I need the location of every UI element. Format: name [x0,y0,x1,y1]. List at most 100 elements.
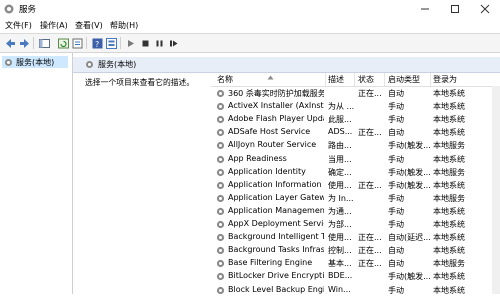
toolbar-separator [120,37,121,49]
cell-name: AllJoyn Router Service [228,140,317,150]
toolbar: ? [0,34,500,53]
menu-help[interactable]: 帮助(H) [110,20,138,31]
column-header-status[interactable]: 状态 [358,74,374,85]
services-pane: 服务(本地) 选择一个项目来查看它的描述。 名称 描述 状态 启动类型 登录为 … [73,53,500,297]
cell-name: Block Level Backup Engi... [228,284,324,294]
service-gear-icon [216,89,225,98]
cell-logon: 本地系统 [433,246,465,256]
cell-startup: 手动 [388,220,404,229]
service-gear-icon [216,181,225,189]
service-gear-icon [216,233,225,242]
table-row[interactable]: 360 杀毒实时防护加载服务 正在... 自动 本地系统 [211,87,500,100]
tree-item-local-services[interactable]: 服务(本地) [2,56,68,68]
pause-service-button[interactable] [153,37,165,49]
cell-desc: Win... [328,284,351,294]
table-row[interactable]: Application Management 为通... 手动 本地系统 [211,205,500,218]
menu-view[interactable]: 查看(V) [75,20,103,31]
cell-name: Base Filtering Engine [228,258,313,268]
properties-button[interactable] [105,37,117,49]
service-gear-icon [216,286,225,294]
column-header-name[interactable]: 名称 [217,74,233,85]
table-row[interactable]: Adobe Flash Player Upda... 此服... 手动 本地系统 [211,113,500,126]
export-button[interactable] [71,37,83,49]
vertical-scrollbar[interactable] [492,86,500,294]
sort-ascending-icon [267,75,274,80]
export-icon [72,38,82,48]
cell-logon: 本地系统 [433,115,465,125]
restart-service-button[interactable] [167,37,179,49]
cell-desc: 当用... [328,154,352,164]
maximize-button[interactable] [440,0,470,18]
cell-desc: 基本... [328,259,352,269]
cell-startup: 手动 [388,193,404,203]
start-service-button[interactable] [124,37,136,49]
table-row[interactable]: Application Information 使用... 正在... 手动(触发..… [211,179,500,192]
help-icon: ? [92,38,102,49]
menu-bar: 文件(F) 操作(A) 查看(V) 帮助(H) [0,18,500,34]
service-gear-icon [216,168,225,176]
table-row[interactable]: Background Intelligent T... 使用... 正在... 自动(… [211,231,500,244]
service-gear-icon [216,207,225,215]
services-gear-icon [5,58,12,66]
table-row[interactable]: ADSafe Host Service ADS... 正在... 自动 本地系统 [211,126,500,139]
cell-logon: 本地系统 [433,220,465,229]
table-row[interactable]: AppX Deployment Servic... 为部... 手动 本地系统 [211,218,500,231]
console-tree: 服务(本地) [0,53,73,294]
services-app-icon [4,4,14,14]
table-row[interactable]: Block Level Backup Engi... Win... 手动 本地系统 [211,284,500,297]
cell-desc: 此服... [328,115,352,125]
console-tree-button[interactable] [38,37,50,49]
table-row[interactable]: Application Identity 确定... 手动(触发... 本地服务 [211,166,500,179]
cell-startup: 手动 [388,206,404,216]
column-separator [325,73,326,86]
table-row[interactable]: BitLocker Drive Encryptio... BDE... 手动(触发.… [211,270,500,283]
pane-header-title: 服务(本地) [98,60,137,69]
toolbar-separator [86,37,87,49]
cell-startup: 手动 [388,154,404,164]
forward-button[interactable] [18,37,30,49]
window-title: 服务 [19,5,37,15]
cell-desc: 控制... [328,246,352,256]
column-header-logon-as[interactable]: 登录为 [433,74,457,85]
cell-status: 正在... [358,180,382,190]
cell-status: 正在... [358,233,382,243]
toolbar-separator [33,37,34,49]
table-row[interactable]: AllJoyn Router Service 路由... 手动(触发... 本地服务 [211,139,500,152]
cell-status: 正在... [358,89,382,98]
cell-name: App Readiness [228,153,287,163]
table-row[interactable]: Application Layer Gatewa... 为 In... 手动 本地服务 [211,192,500,205]
title-bar: 服务 [0,0,500,19]
cell-logon: 本地系统 [433,272,465,282]
help-button[interactable]: ? [91,37,103,49]
cell-name: 360 杀毒实时防护加载服务 [228,89,324,98]
cell-status: 正在... [358,259,382,269]
cell-name: Application Identity [228,166,306,176]
stop-service-button[interactable] [139,37,151,49]
close-button[interactable] [470,0,500,18]
close-icon [480,4,490,14]
column-separator [354,73,355,86]
table-row[interactable]: ActiveX Installer (AxInstSV) 为从 ... 手动 本地系统 [211,100,500,113]
menu-action[interactable]: 操作(A) [40,20,68,31]
table-row[interactable]: Base Filtering Engine 基本... 正在... 自动 本地服务 [211,257,500,270]
cell-name: BitLocker Drive Encryptio... [228,271,324,281]
cell-logon: 本地系统 [433,206,465,216]
properties-icon [105,37,117,49]
cell-name: AppX Deployment Servic... [228,219,324,228]
refresh-button[interactable] [57,37,69,49]
cell-desc: 为 In... [328,193,354,203]
cell-name: Adobe Flash Player Upda... [228,114,324,124]
column-header-startup-type[interactable]: 启动类型 [388,74,420,85]
services-gear-icon [86,61,93,68]
cell-status: 正在... [358,246,382,256]
table-row[interactable]: Background Tasks Infras... 控制... 正在... 自动 本地… [211,244,500,257]
tree-item-label: 服务(本地) [16,57,55,67]
minimize-icon [421,8,429,10]
cell-logon: 本地服务 [433,141,465,151]
column-header-description[interactable]: 描述 [328,74,344,85]
minimize-button[interactable] [410,0,440,18]
table-row[interactable]: App Readiness 当用... 手动 本地系统 [211,153,500,166]
maximize-icon [451,5,459,13]
menu-file[interactable]: 文件(F) [5,20,32,31]
back-button[interactable] [4,37,16,49]
